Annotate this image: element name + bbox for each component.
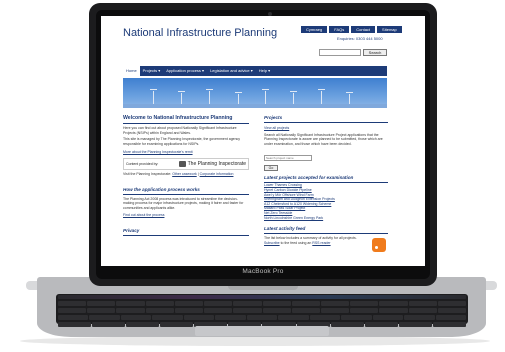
- visit-text: Visit the Planning Inspectorate:: [123, 171, 172, 176]
- process-link[interactable]: Find out about the process: [123, 213, 249, 218]
- site-header: National Infrastructure Planning Cymraeg…: [101, 16, 425, 56]
- site-search-button[interactable]: Search: [363, 49, 387, 56]
- enquiries-phone: Enquiries: 0303 444 5000: [337, 36, 383, 41]
- latest-project-link[interactable]: North Lincolnshire Green Energy Park: [264, 216, 388, 221]
- project-search-input[interactable]: [264, 155, 312, 162]
- screen: National Infrastructure Planning Cymraeg…: [101, 16, 425, 266]
- provider-name: The Planning Inspectorate: [187, 160, 246, 167]
- content-provided-label: Content provided by:: [126, 161, 159, 166]
- nav-home[interactable]: Home: [123, 66, 140, 76]
- view-all-projects-link[interactable]: View all projects: [264, 126, 388, 131]
- divider: [123, 123, 249, 124]
- visit-line: Visit the Planning Inspectorate: Other c…: [123, 172, 249, 177]
- divider: [264, 233, 388, 235]
- trackpad: [195, 326, 329, 336]
- nav-legislation-advice[interactable]: Legislation and advice ▾: [207, 66, 256, 76]
- right-column: Projects View all projects Search all Na…: [264, 115, 388, 253]
- site-title[interactable]: National Infrastructure Planning: [123, 27, 277, 39]
- touch-bar: [58, 295, 466, 299]
- site-search-input[interactable]: [319, 49, 361, 56]
- left-column: Welcome to National Infrastructure Plann…: [123, 115, 249, 236]
- key-row: [56, 300, 468, 307]
- laptop-notch: [228, 286, 298, 290]
- rss-reader-link[interactable]: RSS reader: [312, 241, 330, 245]
- activity-feed-title: Latest activity feed: [264, 226, 306, 232]
- welcome-paragraph-1: Here you can find out about proposed Nat…: [123, 126, 237, 135]
- screen-bezel: National Infrastructure Planning Cymraeg…: [96, 10, 430, 279]
- go-button[interactable]: Go: [264, 165, 278, 172]
- visit-separator: |: [197, 171, 199, 176]
- top-link-contact[interactable]: Contact: [351, 26, 376, 33]
- nav-application-process[interactable]: Application process ▾: [163, 66, 207, 76]
- top-link-sitemap[interactable]: Sitemap: [377, 26, 402, 33]
- divider: [264, 122, 388, 123]
- nav-help[interactable]: Help ▾: [256, 66, 273, 76]
- latest-projects-title: Latest projects accepted for examination: [264, 175, 354, 181]
- process-title: How the application process works: [123, 186, 200, 192]
- provider-logo[interactable]: The Planning Inspectorate: [178, 160, 246, 167]
- top-link-faqs[interactable]: FAQs: [329, 26, 350, 33]
- laptop-lid: National Infrastructure Planning Cymraeg…: [89, 3, 437, 286]
- laptop-shadow: [20, 336, 490, 346]
- projects-paragraph: Search all Nationally Significant Infras…: [264, 132, 383, 146]
- activity-subscribe-text: to the feed using an: [280, 240, 312, 245]
- device-brand-label: MacBook Pro: [242, 268, 284, 275]
- main-nav: Home Projects ▾ Application process ▾ Le…: [123, 66, 387, 76]
- rss-icon[interactable]: [372, 238, 386, 253]
- turbine-icon: [150, 89, 157, 105]
- top-links: Cymraeg FAQs Contact Sitemap: [301, 26, 402, 33]
- activity-text: The list below includes a summary of act…: [264, 236, 357, 241]
- crest-icon: [178, 160, 186, 167]
- keyboard: [56, 294, 468, 327]
- welcome-title: Welcome to National Infrastructure Plann…: [123, 115, 233, 121]
- divider: [123, 193, 249, 195]
- wind-turbine-banner: [123, 78, 387, 108]
- welcome-paragraph-2: This site is managed by The Planning Ins…: [123, 137, 241, 146]
- process-paragraph: The Planning Act 2008 process was introd…: [123, 196, 244, 210]
- other-casework-link[interactable]: Other casework: [172, 172, 197, 176]
- key-row: [56, 307, 468, 314]
- corporate-info-link[interactable]: Corporate information: [200, 172, 234, 176]
- activity-feed: The list below includes a summary of act…: [264, 236, 388, 253]
- top-link-cymraeg[interactable]: Cymraeg: [301, 26, 328, 33]
- subscribe-link[interactable]: Subscribe: [264, 241, 280, 245]
- activity-paragraph: The list below includes a summary of act…: [264, 236, 370, 245]
- turbine-icon: [262, 89, 269, 105]
- nav-projects[interactable]: Projects ▾: [140, 66, 164, 76]
- turbine-icon: [318, 89, 325, 105]
- banner-ground: [123, 104, 387, 108]
- screen-chin: MacBook Pro: [96, 268, 430, 279]
- turbine-icon: [206, 89, 213, 105]
- remit-link[interactable]: More about the Planning Inspectorate's r…: [123, 150, 249, 155]
- projects-title: Projects: [264, 115, 283, 120]
- content-provider-box: Content provided by: The Planning Inspec…: [123, 157, 249, 170]
- key-row: [56, 314, 468, 321]
- divider: [123, 234, 249, 236]
- privacy-title: Privacy: [123, 227, 140, 233]
